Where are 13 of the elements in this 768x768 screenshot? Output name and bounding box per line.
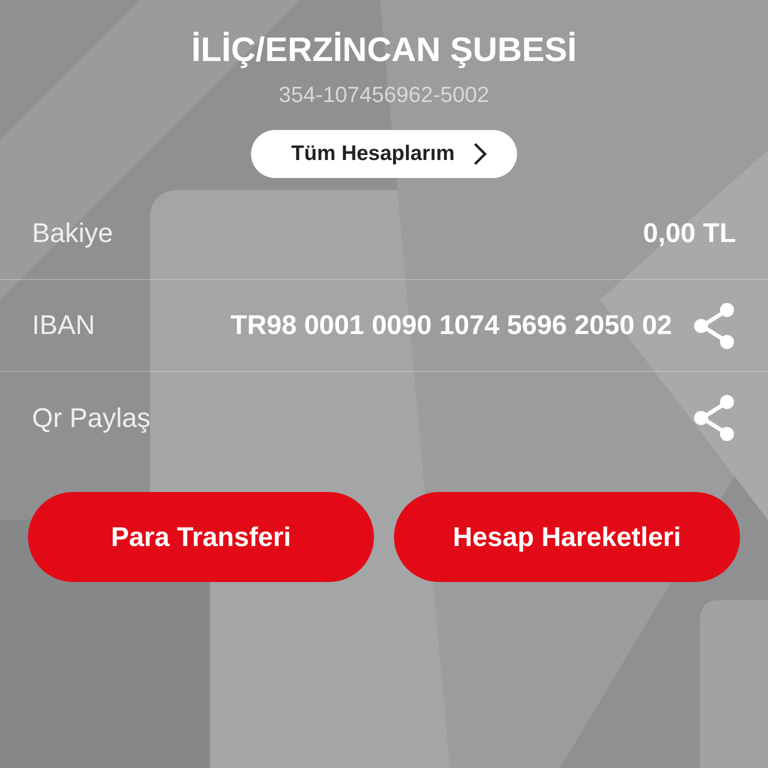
action-button[interactable]: Hesap Hareketleri [394,492,740,582]
all-accounts-button[interactable]: Tüm Hesaplarım [251,130,517,178]
share-icon[interactable] [692,302,736,350]
row-label: Qr Paylaş [32,402,152,434]
action-button[interactable]: Para Transferi [28,492,374,582]
chevron-right-icon [472,142,487,166]
account-number: 354-107456962-5002 [278,82,490,108]
branch-title: İLİÇ/ERZİNCAN ŞUBESİ [191,30,577,70]
row-label: Bakiye [32,218,114,249]
share-icon[interactable] [692,394,736,442]
row-value: TR98 0001 0090 1074 5696 2050 02 [230,310,672,341]
row-label: IBAN [32,310,96,341]
row-value: 0,00 TL [642,218,736,249]
